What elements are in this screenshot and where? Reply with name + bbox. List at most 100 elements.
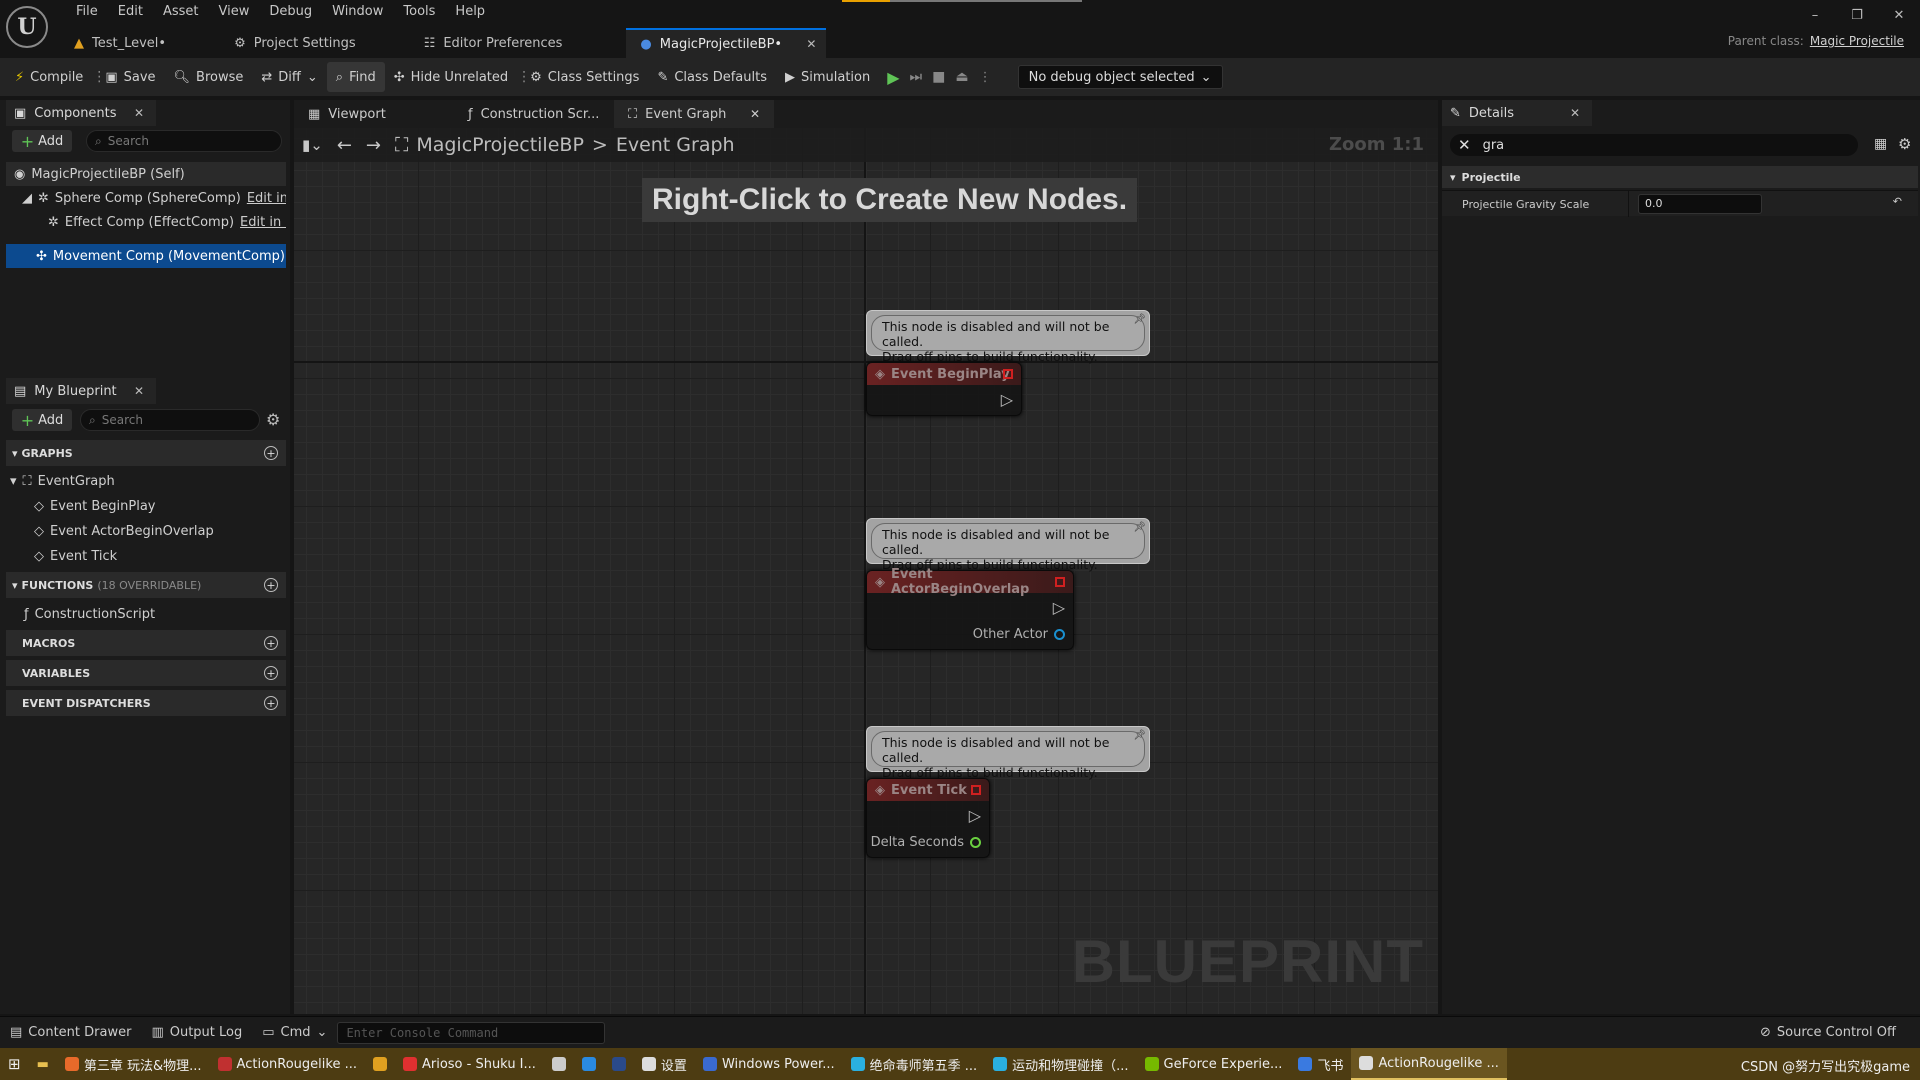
functions-section[interactable]: ▾ FUNCTIONS (18 OVERRIDABLE) + [6,572,286,598]
gear-icon[interactable]: ⚙ [1898,135,1911,153]
event-node[interactable]: ◈ Event Tick ▷ Delta Seconds [866,778,990,858]
projectile-category[interactable]: ▾ Projectile [1442,166,1918,188]
close-tab-icon[interactable]: ✕ [1570,106,1580,120]
pin-icon[interactable]: 📌︎ [1133,314,1146,325]
macros-section[interactable]: MACROS + [6,630,286,656]
event-actorbeginoverlap-item[interactable]: ◇ Event ActorBeginOverlap [6,519,286,543]
component-movement[interactable]: ✣Movement Comp (MovementComp)Ed [6,244,286,268]
taskbar-item[interactable]: 绝命毒师第五季 ... [843,1048,986,1080]
output-log-button[interactable]: ▥ Output Log [141,1025,252,1040]
compile-button[interactable]: ⚡ Compile [6,62,92,92]
taskbar-item[interactable] [574,1048,604,1080]
taskbar-item[interactable]: 运动和物理碰撞（... [985,1048,1136,1080]
tab-construction-script[interactable]: ƒ Construction Scr... [454,100,614,128]
bookmark-icon[interactable]: ▮⌄ [302,136,323,154]
file-explorer-button[interactable]: ▬ [29,1048,57,1080]
object-pin-icon[interactable] [1054,629,1065,640]
taskbar-item[interactable] [544,1048,574,1080]
components-tab[interactable]: ▣ Components ✕ [6,100,156,126]
add-function-icon[interactable]: + [264,578,278,592]
play-icon[interactable]: ▶ [887,68,899,87]
taskbar-item[interactable]: Arioso - Shuku I... [395,1048,544,1080]
components-search-input[interactable]: ⌕ Search [86,130,282,152]
edit-in-cpp-link[interactable]: Edit in C++ [247,191,286,206]
taskbar-item[interactable]: Windows Power... [695,1048,843,1080]
save-button[interactable]: ▣ Save [96,62,164,92]
start-button[interactable]: ⊞ [0,1048,29,1080]
class-settings-button[interactable]: ⚙ Class Settings [521,62,648,92]
minimize-icon[interactable]: – [1794,0,1836,30]
close-tab-icon[interactable]: ✕ [134,384,144,398]
back-arrow-icon[interactable]: ← [337,135,352,156]
taskbar-item[interactable]: 第三章 玩法&物理... [57,1048,210,1080]
content-drawer-button[interactable]: ▤ Content Drawer [0,1025,141,1040]
event-graph-canvas[interactable]: Right-Click to Create New Nodes. BLUEPRI… [294,128,1438,1014]
dispatchers-section[interactable]: EVENT DISPATCHERS + [6,690,286,716]
tab-project-settings[interactable]: ⚙ Project Settings [220,28,370,58]
taskbar-item[interactable]: GeForce Experie... [1137,1048,1291,1080]
gravity-scale-field[interactable]: 0.0 [1638,194,1762,214]
output-pin-row[interactable]: Delta Seconds [871,835,981,850]
stop-icon[interactable]: ■ [932,69,945,85]
tab-magic-projectile-bp[interactable]: ● MagicProjectileBP• ✕ [626,28,827,58]
details-search-input[interactable]: ✕ gra [1450,134,1858,156]
exec-pin-icon[interactable]: ▷ [1001,390,1013,409]
taskbar-item[interactable] [604,1048,634,1080]
my-blueprint-search-input[interactable]: ⌕ Search [80,409,260,431]
console-command-input[interactable]: Enter Console Command [337,1021,606,1044]
menu-file[interactable]: File [66,0,108,24]
step-icon[interactable]: ⏭ [910,69,923,85]
source-control-button[interactable]: ⊘ Source Control Off [1750,1025,1906,1040]
event-node[interactable]: ◈ Event ActorBeginOverlap ▷ Other Actor [866,567,1074,650]
simulation-button[interactable]: ▶ Simulation [776,62,879,92]
add-member-button[interactable]: + Add [12,409,72,431]
pin-icon[interactable]: 📌︎ [1133,730,1146,741]
menu-tools[interactable]: Tools [393,0,445,24]
tab-event-graph[interactable]: ⛶ Event Graph ✕ [614,100,774,128]
pin-icon[interactable]: 📌︎ [1133,522,1146,533]
delegate-pin-icon[interactable] [1055,577,1065,587]
clear-search-icon[interactable]: ✕ [1458,136,1471,154]
restore-icon[interactable]: ❐ [1836,0,1878,30]
class-defaults-button[interactable]: ✎ Class Defaults [648,62,776,92]
details-tab[interactable]: ✎ Details ✕ [1442,100,1592,126]
find-button[interactable]: ⌕ Find [326,62,385,92]
menu-window[interactable]: Window [322,0,393,24]
taskbar-item[interactable]: 飞书 [1290,1048,1351,1080]
graphs-section[interactable]: ▾ GRAPHS + [6,440,286,466]
forward-arrow-icon[interactable]: → [366,135,381,156]
taskbar-item[interactable]: ActionRougelike ... [1351,1048,1507,1080]
unreal-logo-icon[interactable]: U [6,6,48,48]
breadcrumb-graph[interactable]: Event Graph [616,134,735,156]
event-beginplay-item[interactable]: ◇ Event BeginPlay [6,494,286,518]
taskbar-item[interactable]: 设置 [634,1048,695,1080]
menu-help[interactable]: Help [445,0,495,24]
delegate-pin-icon[interactable] [971,785,981,795]
debug-object-select[interactable]: No debug object selected ⌄ [1017,65,1223,89]
close-tab-icon[interactable]: ✕ [750,107,760,121]
close-tab-icon[interactable]: ✕ [134,106,144,120]
component-sphere[interactable]: ◢ ✲ Sphere Comp (SphereComp) Edit in C++ [6,186,286,210]
add-component-button[interactable]: + Add [12,130,72,152]
browse-button[interactable]: 🔍︎ Browse [165,62,253,92]
menu-view[interactable]: View [209,0,260,24]
exec-pin-icon[interactable]: ▷ [1053,598,1065,617]
gear-icon[interactable]: ⚙ [266,410,280,429]
table-view-icon[interactable]: ▦ [1874,136,1887,152]
diff-button[interactable]: ⇄ Diff ⌄ [252,62,326,92]
close-window-icon[interactable]: ✕ [1878,0,1920,30]
add-dispatcher-icon[interactable]: + [264,696,278,710]
close-tab-icon[interactable]: ✕ [806,37,816,51]
column-divider[interactable] [1628,191,1629,217]
component-effect[interactable]: ✲ Effect Comp (EffectComp) Edit in C++ [6,210,286,234]
eject-icon[interactable]: ⏏ [955,69,968,85]
reset-to-default-icon[interactable]: ↶ [1893,195,1902,208]
component-self[interactable]: ◉ MagicProjectileBP (Self) [6,162,286,186]
float-pin-icon[interactable] [970,837,981,848]
taskbar-item[interactable] [365,1048,395,1080]
tab-test-level[interactable]: ▲ Test_Level• [60,28,180,58]
parent-class-link[interactable]: Magic Projectile [1810,34,1904,48]
menu-debug[interactable]: Debug [259,0,322,24]
tab-editor-preferences[interactable]: ☷ Editor Preferences [410,28,577,58]
construction-script-item[interactable]: ƒ ConstructionScript [6,602,286,626]
